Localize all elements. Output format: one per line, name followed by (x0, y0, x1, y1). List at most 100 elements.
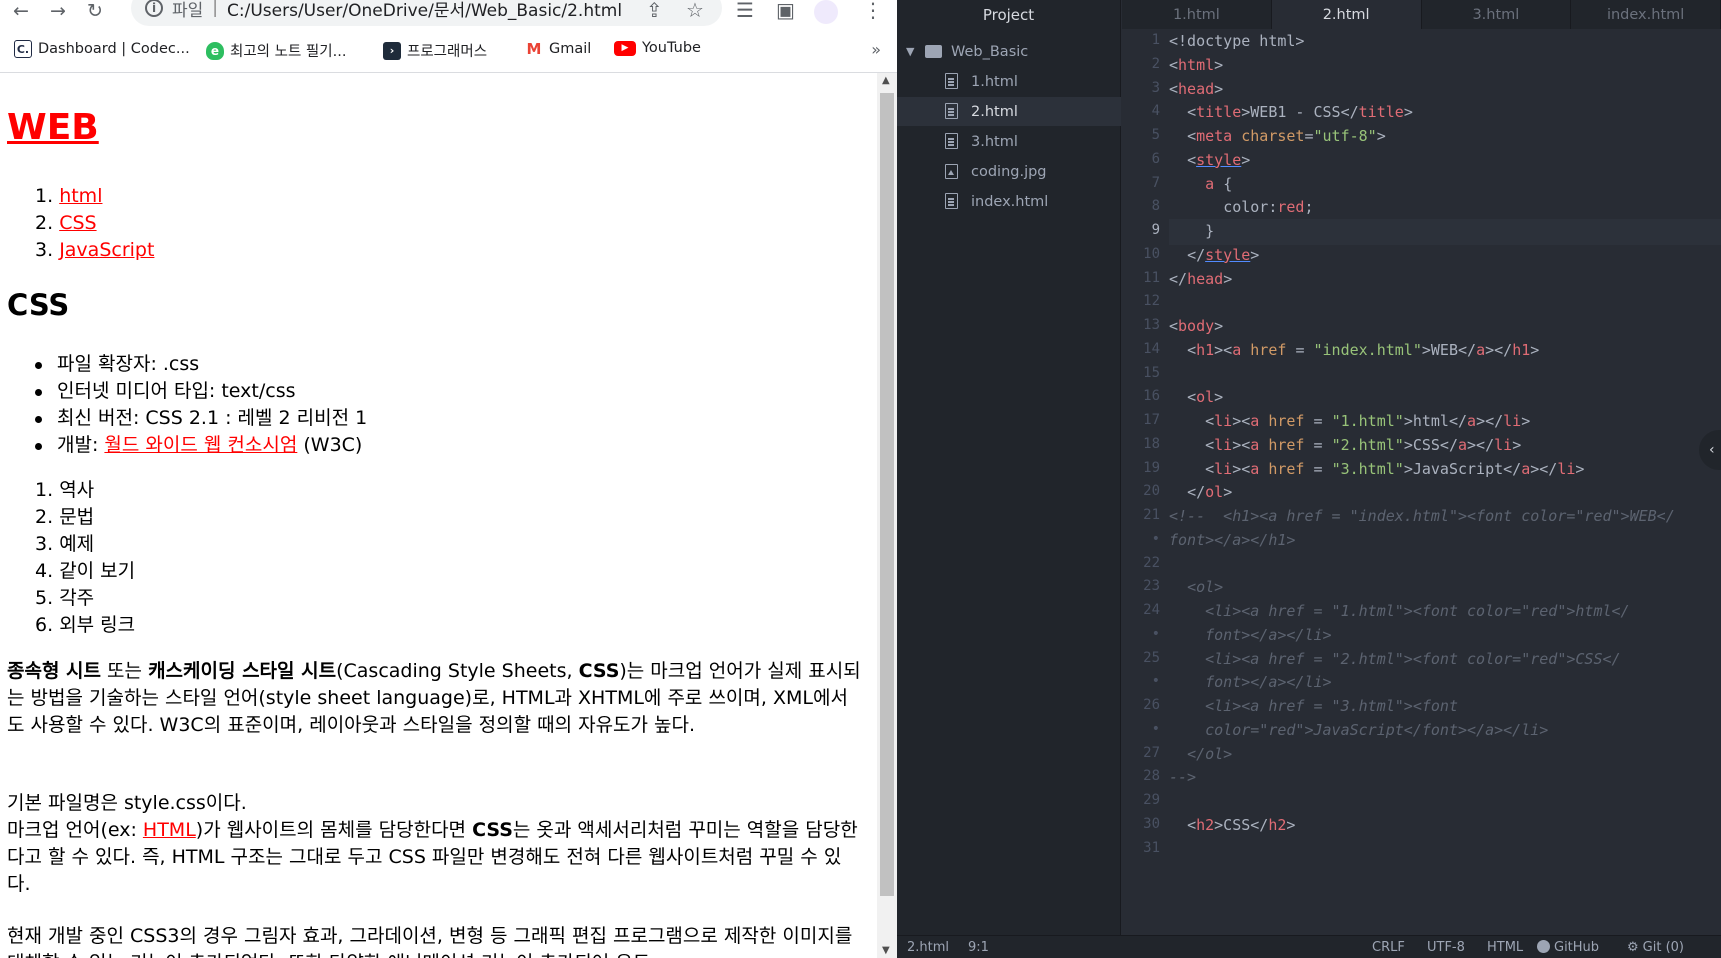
bookmark-gmail[interactable]: M Gmail (525, 40, 592, 58)
code-line[interactable]: </style> (1169, 246, 1259, 264)
status-file-name[interactable]: 2.html (907, 940, 949, 955)
bookmark-codecademy[interactable]: C. Dashboard | Codec... (14, 40, 190, 58)
bookmark-programmers[interactable]: › 프로그래머스 (383, 40, 487, 61)
project-panel-title: Project (897, 0, 1120, 29)
code-line[interactable]: <li><a href = "3.html">JavaScript</a></l… (1169, 460, 1584, 478)
line-number: • (1151, 673, 1160, 690)
forward-arrow-icon[interactable]: → (45, 0, 71, 24)
code-line[interactable]: <head> (1169, 80, 1223, 98)
code-line[interactable]: font></a></li> (1169, 673, 1331, 691)
tree-file-3-html[interactable]: 3.html (897, 127, 1121, 156)
code-line[interactable]: <li><a href = "2.html">CSS</a></li> (1169, 436, 1521, 454)
status-git[interactable]: ⚙ Git (0) (1627, 940, 1684, 955)
tree-file-index-html[interactable]: index.html (897, 187, 1121, 216)
html-link[interactable]: HTML (143, 819, 196, 841)
tree-folder-web-basic[interactable]: ▼ Web_Basic (897, 37, 1121, 66)
status-github[interactable]: GitHub (1537, 940, 1599, 955)
line-number: 23 (1143, 578, 1160, 595)
status-grammar[interactable]: HTML (1487, 940, 1523, 955)
tree-file-1-html[interactable]: 1.html (897, 67, 1121, 96)
list-number: 4. (35, 560, 54, 582)
status-line-ending[interactable]: CRLF (1372, 940, 1405, 955)
code-line[interactable]: font></a></h1> (1169, 531, 1295, 549)
tree-file-coding-jpg[interactable]: coding.jpg (897, 157, 1121, 186)
w3c-link[interactable]: 월드 와이드 웹 컨소시엄 (104, 434, 297, 456)
profile-avatar[interactable] (814, 0, 838, 24)
code-line[interactable]: <!-- <h1><a href = "index.html"><font co… (1169, 507, 1675, 525)
address-bar[interactable]: i 파일 | C:/Users/User/OneDrive/문서/Web_Bas… (131, 0, 722, 26)
code-line[interactable]: <li><a href = "3.html"><font (1169, 697, 1458, 715)
side-panel-icon[interactable]: ▣ (776, 0, 795, 22)
code-line[interactable]: </ol> (1169, 745, 1232, 763)
tree-file-2-html[interactable]: 2.html (897, 97, 1121, 126)
status-encoding[interactable]: UTF-8 (1427, 940, 1465, 955)
tab-3-html[interactable]: 3.html (1422, 0, 1572, 29)
url-text[interactable]: C:/Users/User/OneDrive/문서/Web_Basic/2.ht… (227, 0, 622, 21)
line-number: 27 (1143, 744, 1160, 761)
browser-window: ← → ↻ i 파일 | C:/Users/User/OneDrive/문서/W… (0, 0, 897, 958)
scroll-up-arrow-icon[interactable]: ▲ (882, 75, 890, 86)
code-line[interactable]: <h2>CSS</h2> (1169, 816, 1295, 834)
code-line[interactable]: color:red; (1169, 198, 1313, 216)
bookmark-star-icon[interactable]: ☆ (686, 0, 704, 22)
page-content: WEB 1. html 2. CSS 3. JavaScript CSS 파일 … (0, 73, 877, 958)
bookmark-evernote[interactable]: e 최고의 노트 필기... (206, 40, 346, 61)
code-line[interactable]: <h1><a href = "index.html">WEB</a></h1> (1169, 341, 1539, 359)
share-icon[interactable]: ⇪ (646, 0, 663, 22)
line-number: 19 (1143, 459, 1160, 476)
code-line[interactable]: <li><a href = "1.html">html</a></li> (1169, 412, 1530, 430)
git-label: Git (0) (1642, 940, 1684, 955)
chevron-down-icon[interactable]: ▼ (906, 45, 914, 58)
code-line[interactable]: <li><a href = "2.html"><font color="red"… (1169, 650, 1620, 668)
scrollbar-thumb[interactable] (880, 93, 894, 896)
file-icon (945, 103, 958, 119)
toc-label: 같이 보기 (59, 560, 136, 582)
code-line[interactable]: <html> (1169, 56, 1223, 74)
code-line[interactable]: a { (1169, 175, 1232, 193)
code-line[interactable]: <title>WEB1 - CSS</title> (1169, 103, 1413, 121)
code-line[interactable]: </head> (1169, 270, 1232, 288)
back-arrow-icon[interactable]: ← (8, 0, 34, 24)
toc-item: 1. 역사 (35, 477, 135, 504)
reading-list-icon[interactable]: ☰ (736, 0, 754, 22)
tab-index-html[interactable]: index.html (1571, 0, 1721, 29)
tab-1-html[interactable]: 1.html (1122, 0, 1272, 29)
site-info-icon[interactable]: i (145, 0, 163, 17)
nav-link-html[interactable]: html (59, 185, 102, 207)
code-line[interactable]: font></a></li> (1169, 626, 1331, 644)
code-line[interactable]: --> (1169, 768, 1196, 786)
code-line[interactable]: <ol> (1169, 388, 1223, 406)
line-number: 7 (1151, 174, 1160, 191)
code-line[interactable]: <li><a href = "1.html"><font color="red"… (1169, 602, 1629, 620)
scroll-down-arrow-icon[interactable]: ▼ (882, 945, 890, 956)
bold-term: CSS (472, 819, 513, 841)
file-label: index.html (971, 193, 1049, 210)
line-number: 31 (1143, 839, 1160, 856)
list-number: 2. (35, 212, 54, 234)
file-label: 1.html (971, 73, 1018, 90)
status-cursor-position[interactable]: 9:1 (968, 940, 989, 955)
code-line[interactable]: color="red">JavaScript</font></a></li> (1169, 721, 1548, 739)
code-line[interactable]: <!doctype html> (1169, 32, 1304, 50)
nav-list: 1. html 2. CSS 3. JavaScript (35, 183, 154, 264)
nav-link-css[interactable]: CSS (59, 212, 96, 234)
tab-2-html[interactable]: 2.html (1271, 0, 1422, 29)
code-area[interactable]: 1 <!doctype html> 2 <html> 3 <head> 4 <title>W… (1122, 29, 1721, 935)
page-scrollbar[interactable]: ▲ ▼ (877, 73, 897, 958)
browser-toolbar: ← → ↻ i 파일 | C:/Users/User/OneDrive/문서/W… (0, 0, 897, 28)
code-line[interactable]: } (1169, 222, 1214, 240)
code-line[interactable]: <ol> (1169, 578, 1223, 596)
web-home-link[interactable]: WEB (7, 107, 99, 148)
code-line[interactable]: <meta charset="utf-8"> (1169, 127, 1386, 145)
code-line[interactable]: <style> (1169, 151, 1250, 169)
nav-link-javascript[interactable]: JavaScript (59, 239, 154, 261)
menu-kebab-icon[interactable]: ⋮ (863, 0, 883, 22)
line-number: 8 (1151, 198, 1160, 215)
code-line[interactable]: </ol> (1169, 483, 1232, 501)
bookmarks-overflow-button[interactable]: » (871, 40, 881, 59)
bookmarks-bar: C. Dashboard | Codec... e 최고의 노트 필기... ›… (0, 36, 897, 64)
bookmark-youtube[interactable]: ▶ YouTube (614, 40, 701, 56)
toc-item: 5. 각주 (35, 585, 135, 612)
code-line[interactable]: <body> (1169, 317, 1223, 335)
reload-icon[interactable]: ↻ (82, 0, 108, 24)
